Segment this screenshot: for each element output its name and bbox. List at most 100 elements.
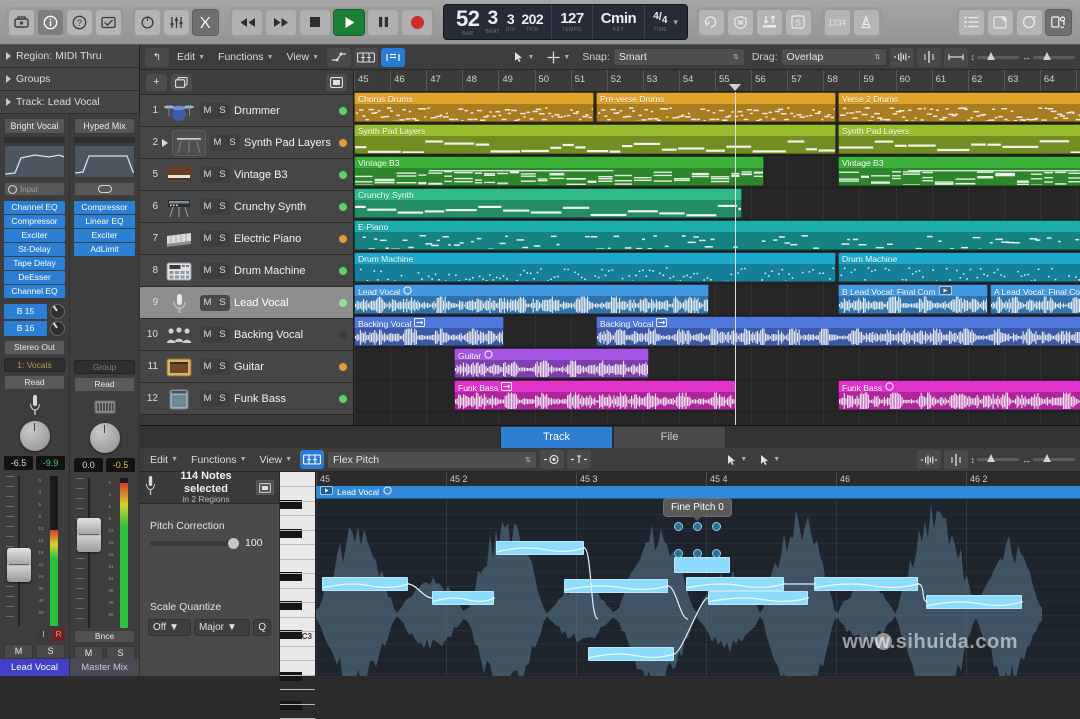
playhead[interactable] (735, 92, 736, 425)
bounce-button[interactable]: Bnce (74, 630, 135, 643)
quick-help-icon[interactable]: ? (66, 9, 93, 36)
quantize-button[interactable]: Q (253, 619, 271, 636)
disclosure-triangle-icon[interactable] (6, 52, 11, 60)
channel-icon-microphone-icon[interactable] (4, 392, 65, 418)
zoom-thumb[interactable] (987, 454, 995, 462)
lcd-chevron-down-icon[interactable]: ▾ (673, 17, 678, 28)
organ-icon[interactable] (162, 162, 196, 188)
channel-strip-hyped-mix[interactable]: Hyped Mix Compressor Linear EQ Exciter A… (70, 114, 140, 676)
strip-name[interactable]: Hyped Mix (74, 118, 135, 134)
editor-horizontal-zoom[interactable]: ↔ (1022, 455, 1075, 465)
forward-button[interactable] (265, 9, 297, 36)
track-solo-button[interactable]: S (215, 231, 230, 247)
pan-value[interactable]: -6.5 (4, 456, 33, 470)
solo-button[interactable]: S (36, 644, 65, 659)
track-row-crunchy-synth[interactable]: 6MSCrunchy Synth (140, 191, 353, 223)
metronome-button[interactable] (853, 9, 880, 36)
track-mute-button[interactable]: M (200, 199, 215, 215)
track-solo-button[interactable]: S (215, 327, 230, 343)
region[interactable]: Vintage B3 (354, 156, 764, 186)
flex-pitch-note[interactable] (322, 577, 408, 591)
inspector-icon[interactable] (37, 9, 64, 36)
strip-name[interactable]: Bright Vocal (4, 118, 65, 134)
region[interactable]: Backing Vocal (354, 316, 504, 346)
record-button[interactable] (401, 9, 433, 36)
track-solo-button[interactable]: S (215, 167, 230, 183)
microphone-icon[interactable] (162, 290, 196, 316)
send-slot[interactable]: B 15 (4, 304, 65, 319)
track-record-led[interactable] (339, 299, 347, 307)
track-mute-solo[interactable]: MS (200, 359, 230, 375)
duplicate-track-button[interactable] (171, 74, 192, 91)
channel-icon-master-icon[interactable] (74, 394, 135, 420)
region[interactable]: Funk Bass (838, 380, 1080, 410)
marquee-tool[interactable]: ▼ (542, 49, 575, 66)
strip-footer-name[interactable]: Lead Vocal (0, 659, 69, 676)
flex-pitch-note[interactable] (708, 591, 808, 605)
pan-knob[interactable] (20, 421, 50, 451)
track-mute-solo[interactable]: MS (200, 295, 230, 311)
region[interactable]: Drum Machine (354, 252, 836, 282)
track-name[interactable]: Lead Vocal (234, 297, 335, 309)
track-row-funk-bass[interactable]: 12MSFunk Bass (140, 383, 353, 415)
replace-button[interactable] (727, 9, 754, 36)
track-row-synth-pad-layers[interactable]: 2MSSynth Pad Layers (140, 127, 353, 159)
track-mute-solo[interactable]: MS (200, 263, 230, 279)
automation-mode[interactable]: Read (74, 377, 135, 392)
editor-vzoom-track[interactable] (977, 458, 1019, 461)
track-record-led[interactable] (339, 235, 347, 243)
region[interactable]: Backing Vocal (596, 316, 1080, 346)
cycle-button[interactable] (698, 9, 725, 36)
synth-stand-icon[interactable] (172, 130, 206, 156)
track-name[interactable]: Drum Machine (234, 265, 335, 277)
list-editors-icon[interactable] (958, 9, 985, 36)
plugin-slot[interactable]: Compressor (74, 201, 135, 214)
track-mute-button[interactable]: M (200, 327, 215, 343)
plugin-slot[interactable]: Exciter (74, 229, 135, 242)
choir-icon[interactable] (162, 322, 196, 348)
track-mute-solo[interactable]: MS (200, 167, 230, 183)
flex-pitch-note[interactable] (496, 541, 584, 555)
plugin-slot[interactable]: Compressor (4, 215, 65, 228)
solo-button[interactable]: S (785, 9, 812, 36)
track-record-led[interactable] (339, 203, 347, 211)
region[interactable]: Verse 2 Drums (838, 92, 1080, 122)
add-track-button[interactable]: + (146, 74, 167, 91)
track-mute-solo[interactable]: MS (200, 327, 230, 343)
scale-root-popup[interactable]: Off▼ (148, 619, 191, 636)
editor-menu-edit[interactable]: Edit▼ (145, 452, 183, 468)
plugin-slot-empty[interactable] (74, 271, 135, 284)
volume-value[interactable]: -0.5 (106, 458, 135, 472)
track-name[interactable]: Crunchy Synth (234, 201, 335, 213)
lcd-tempo[interactable]: 127 TEMPO (552, 5, 593, 39)
lcd-timesig[interactable]: 4/4 TIME ▾ (645, 5, 683, 39)
pitch-correction-slider[interactable] (150, 541, 239, 546)
plugin-slot-empty[interactable] (74, 285, 135, 298)
pointer-tool[interactable]: ▼ (509, 49, 539, 65)
piano-keyboard[interactable]: C3 (280, 472, 316, 676)
mixer-icon[interactable] (163, 9, 190, 36)
plugin-slot[interactable]: Channel EQ (4, 201, 65, 214)
count-in-button[interactable]: 1234 (824, 9, 851, 36)
region[interactable]: E-Piano (354, 220, 1080, 250)
editor-waveform-zoom-icon[interactable] (917, 450, 941, 469)
playhead-triangle[interactable] (729, 84, 741, 91)
flex-icon[interactable] (354, 48, 378, 67)
fader-handle[interactable] (77, 518, 101, 552)
record-enable-button[interactable]: R (52, 629, 65, 641)
automation-icon[interactable] (327, 48, 351, 67)
track-mute-solo[interactable]: MS (200, 231, 230, 247)
flex-pitch-note[interactable] (814, 577, 918, 591)
snap-mode-icon[interactable] (381, 48, 405, 67)
region[interactable]: Chorus Drums (354, 92, 594, 122)
input-monitor-button[interactable]: I (37, 629, 50, 641)
pan-value[interactable]: 0.0 (74, 458, 103, 472)
track-header-config-button[interactable] (326, 74, 347, 91)
track-disclosure-icon[interactable] (162, 139, 168, 147)
scale-type-popup[interactable]: Major▼ (194, 619, 251, 636)
vertical-zoom-track[interactable] (977, 56, 1019, 59)
track-record-led[interactable] (339, 107, 347, 115)
track-name[interactable]: Drummer (234, 105, 335, 117)
track-record-led[interactable] (339, 363, 347, 371)
strip-footer-name[interactable]: Master Mix (70, 659, 139, 676)
